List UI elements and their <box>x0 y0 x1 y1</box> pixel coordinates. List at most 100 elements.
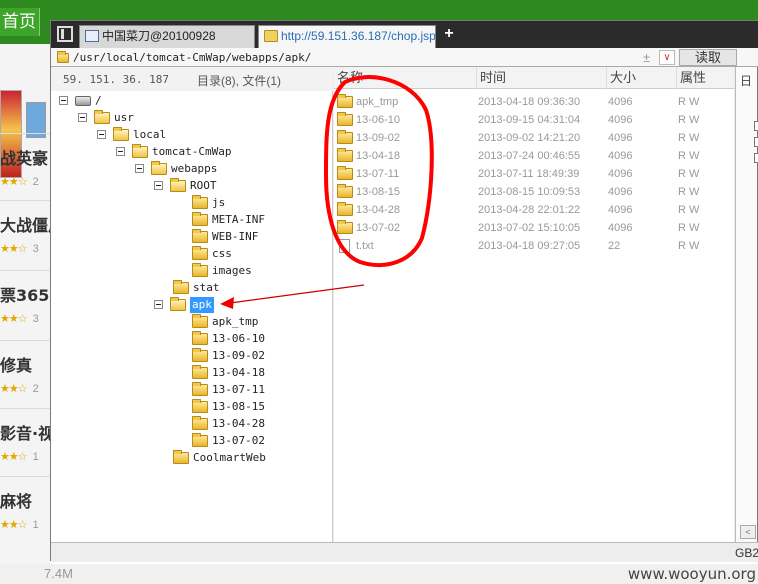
right-panel: 日 < <box>735 67 758 542</box>
tree-node[interactable]: ROOT <box>154 178 354 194</box>
file-size: 4096 <box>608 132 633 144</box>
tree-node[interactable]: usr <box>78 110 278 126</box>
tree-node[interactable]: webapps <box>135 161 335 177</box>
game-title[interactable]: 修真 <box>0 352 50 376</box>
file-size: 4096 <box>608 96 633 108</box>
column-size[interactable]: 大小 <box>606 67 676 89</box>
column-attr[interactable]: 属性 <box>676 67 734 89</box>
tree-node-label[interactable]: 13-07-11 <box>212 382 265 398</box>
column-name[interactable]: 名称 <box>334 67 476 89</box>
tree-node-label[interactable]: tomcat-CmWap <box>152 144 231 160</box>
collapse-icon[interactable] <box>59 96 68 105</box>
collapse-icon[interactable] <box>116 147 125 156</box>
file-icon[interactable] <box>754 153 758 163</box>
folder-icon <box>94 110 110 124</box>
tree-node-label[interactable]: 13-04-28 <box>212 416 265 432</box>
address-bar: /usr/local/tomcat-CmWap/webapps/apk/ ± ∨… <box>51 48 758 67</box>
tab-chopper-home[interactable]: 中国菜刀@20100928 <box>79 25 255 48</box>
plus-minus-icon[interactable]: ± <box>643 48 650 67</box>
tree-node-label[interactable]: webapps <box>171 161 217 177</box>
window-tab-icon <box>85 30 99 42</box>
server-ip: 59. 151. 36. 187 <box>63 73 169 86</box>
folder-icon <box>132 144 148 158</box>
new-tab-button[interactable]: + <box>440 24 458 44</box>
file-time: 2013-07-11 18:49:39 <box>478 168 580 180</box>
file-icon[interactable] <box>754 121 758 131</box>
tree-node-label[interactable]: stat <box>193 280 220 296</box>
file-row[interactable]: 13-04-18 2013-07-24 00:46:55 4096 R W <box>334 147 734 165</box>
tree-node-label[interactable]: 13-08-15 <box>212 399 265 415</box>
tree-node-label[interactable]: 13-04-18 <box>212 365 265 381</box>
scroll-left-button[interactable]: < <box>740 525 756 539</box>
tree-node[interactable]: stat <box>154 280 354 296</box>
tab-bar: 中国菜刀@20100928 http://59.151.36.187/chop.… <box>51 21 758 48</box>
tree-node-label[interactable]: 13-09-02 <box>212 348 265 364</box>
file-icon[interactable] <box>754 137 758 147</box>
tree-node[interactable]: tomcat-CmWap <box>116 144 316 160</box>
tree-node-label[interactable]: CoolmartWeb <box>193 450 266 466</box>
collapse-icon[interactable] <box>97 130 106 139</box>
tree-node-label[interactable]: apk <box>190 297 214 313</box>
right-panel-label: 日 <box>740 74 753 88</box>
folder-icon <box>192 416 208 430</box>
path-input[interactable]: /usr/local/tomcat-CmWap/webapps/apk/ <box>73 48 311 67</box>
game-title[interactable]: 战英豪 <box>0 145 50 169</box>
drive-icon <box>75 96 91 106</box>
folder-icon <box>170 297 186 311</box>
folder-icon <box>192 314 208 328</box>
tree-node[interactable]: CoolmartWeb <box>154 450 354 466</box>
file-name: t.txt <box>356 240 374 252</box>
file-row[interactable]: 13-08-15 2013-08-15 10:09:53 4096 R W <box>334 183 734 201</box>
column-time[interactable]: 时间 <box>476 67 606 89</box>
chevron-down-icon[interactable]: ∨ <box>659 50 675 65</box>
window-icon[interactable] <box>57 26 73 42</box>
file-row[interactable]: t.txt 2013-04-18 09:27:05 22 R W <box>334 237 734 255</box>
tree-node-label[interactable]: usr <box>114 110 134 126</box>
file-row[interactable]: 13-04-28 2013-04-28 22:01:22 4096 R W <box>334 201 734 219</box>
home-nav-button[interactable]: 首页 <box>0 8 40 36</box>
divider <box>0 133 50 134</box>
file-row[interactable]: apk_tmp 2013-04-18 09:36:30 4096 R W <box>334 93 734 111</box>
file-size: 4096 <box>608 204 633 216</box>
file-name: 13-07-11 <box>356 168 400 180</box>
file-time: 2013-09-02 14:21:20 <box>478 132 581 144</box>
file-name: 13-07-02 <box>356 222 401 234</box>
tree-node[interactable]: apk <box>154 297 354 313</box>
tree-node-label[interactable]: images <box>212 263 252 279</box>
tree-node-label[interactable]: ROOT <box>190 178 217 194</box>
tab-shell-url[interactable]: http://59.151.36.187/chop.jsp <box>258 25 436 48</box>
tree-node-label[interactable]: / <box>95 93 102 109</box>
tree-node-label[interactable]: local <box>133 127 166 143</box>
file-row[interactable]: 13-07-02 2013-07-02 15:10:05 4096 R W <box>334 219 734 237</box>
folder-icon <box>173 280 189 294</box>
encoding-label[interactable]: GB2 <box>735 546 758 560</box>
file-time: 2013-09-15 04:31:04 <box>478 114 581 126</box>
star-rating: ★★☆ 3 <box>0 313 39 325</box>
file-row[interactable]: 13-09-02 2013-09-02 14:21:20 4096 R W <box>334 129 734 147</box>
tree-node-label[interactable]: 13-06-10 <box>212 331 265 347</box>
collapse-icon[interactable] <box>154 300 163 309</box>
divider <box>0 200 50 201</box>
file-row[interactable]: 13-06-10 2013-09-15 04:31:04 4096 R W <box>334 111 734 129</box>
folder-icon <box>337 130 353 144</box>
collapse-icon[interactable] <box>135 164 144 173</box>
collapse-icon[interactable] <box>78 113 87 122</box>
read-button[interactable]: 读取 <box>679 49 737 66</box>
game-title[interactable]: 麻将 <box>0 488 50 512</box>
tree-node-label[interactable]: META-INF <box>212 212 265 228</box>
game-title[interactable]: 大战僵尸 <box>0 212 50 236</box>
folder-icon <box>192 212 208 226</box>
tree-node[interactable]: / <box>59 93 259 109</box>
tree-node[interactable]: local <box>97 127 297 143</box>
tree-node-label[interactable]: js <box>212 195 225 211</box>
file-size: 22 <box>608 240 621 252</box>
tree-node-label[interactable]: 13-07-02 <box>212 433 265 449</box>
game-title[interactable]: 票365 <box>0 282 50 306</box>
game-title[interactable]: 影音·视 <box>0 420 50 444</box>
file-row[interactable]: 13-07-11 2013-07-11 18:49:39 4096 R W <box>334 165 734 183</box>
tree-node-label[interactable]: apk_tmp <box>212 314 258 330</box>
folder-icon <box>113 127 129 141</box>
collapse-icon[interactable] <box>154 181 163 190</box>
tree-node-label[interactable]: WEB-INF <box>212 229 258 245</box>
tree-node-label[interactable]: css <box>212 246 232 262</box>
